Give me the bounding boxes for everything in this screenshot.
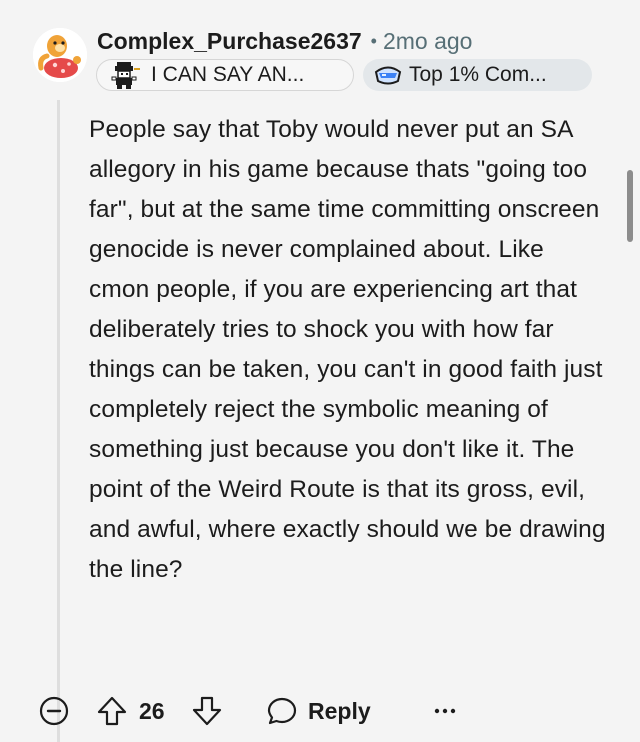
more-options-icon <box>434 708 456 714</box>
comment-body: People say that Toby would never put an … <box>89 116 606 583</box>
author-username[interactable]: Complex_Purchase2637 <box>97 28 362 55</box>
user-flair: I CAN SAY AN... <box>96 59 354 91</box>
user-flair-text: I CAN SAY AN... <box>151 63 305 86</box>
upvote-arrow-icon <box>97 696 127 726</box>
reply-bubble-icon <box>267 697 297 725</box>
downvote-button[interactable] <box>190 694 224 728</box>
downvote-arrow-icon <box>192 696 222 726</box>
comment-action-bar: 26 Reply <box>0 688 640 732</box>
comment-meta: Complex_Purchase2637 • 2mo ago <box>97 27 472 55</box>
pixel-character-sprite-icon <box>111 62 140 89</box>
collapse-minus-icon <box>39 696 69 726</box>
achievement-flair-text: Top 1% Com... <box>409 63 547 86</box>
thread-line[interactable] <box>57 100 60 742</box>
collapse-button[interactable] <box>38 695 70 727</box>
more-options-button[interactable] <box>430 696 460 726</box>
comment-timestamp: 2mo ago <box>382 27 473 54</box>
reply-label: Reply <box>308 697 371 724</box>
scrollbar[interactable] <box>627 170 633 242</box>
upvote-button[interactable] <box>95 694 129 728</box>
comment-view: Complex_Purchase2637 • 2mo ago I CAN SAY… <box>0 0 640 742</box>
reply-button[interactable]: Reply <box>266 694 371 728</box>
avatar[interactable] <box>33 28 87 82</box>
vote-score: 26 <box>139 697 165 724</box>
achievement-flair[interactable]: Top 1% Com... <box>363 59 592 91</box>
meta-separator: • <box>370 30 377 51</box>
orange-shellfish-avatar-icon <box>33 28 87 82</box>
visor-badge-icon <box>374 66 402 85</box>
